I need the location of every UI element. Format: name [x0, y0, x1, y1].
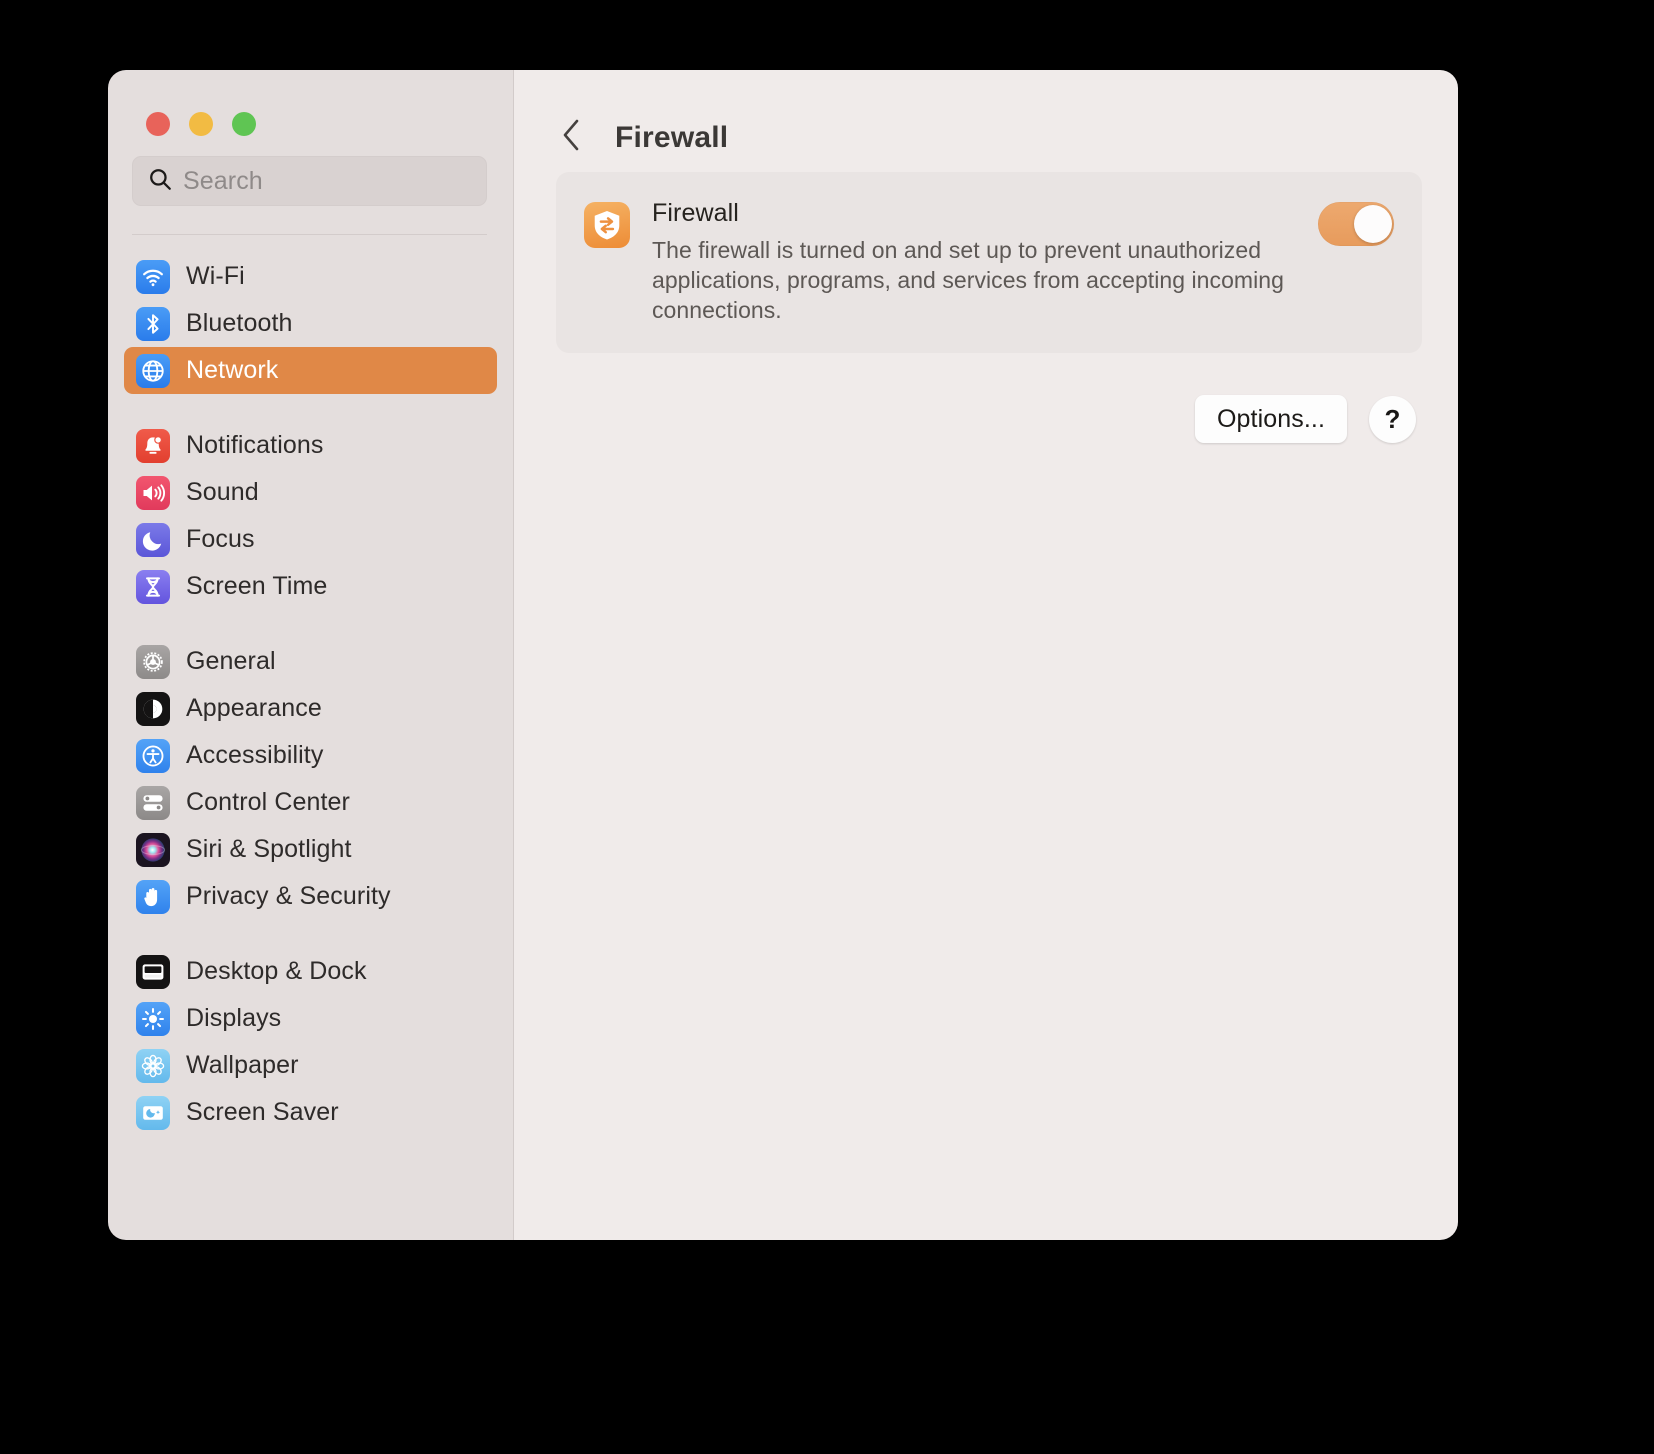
sidebar-item-bluetooth[interactable]: Bluetooth: [124, 300, 497, 347]
sidebar-item-label: Bluetooth: [186, 309, 293, 337]
bluetooth-icon: [136, 306, 170, 341]
flower-icon: [136, 1048, 170, 1083]
sidebar-item-privacy-security[interactable]: Privacy & Security: [124, 873, 497, 920]
siri-orb-icon: [136, 832, 170, 867]
sidebar-item-wi-fi[interactable]: Wi-Fi: [124, 253, 497, 300]
sidebar-item-label: Displays: [186, 1004, 282, 1032]
sidebar-item-label: Screen Time: [186, 572, 328, 600]
wifi-icon: [136, 259, 170, 294]
sidebar-item-desktop-dock[interactable]: Desktop & Dock: [124, 948, 497, 995]
sidebar-item-general[interactable]: General: [124, 638, 497, 685]
search-icon: [147, 166, 173, 197]
sidebar-nav: Wi-Fi Bluetooth Network Notifications So…: [108, 235, 513, 1240]
search-placeholder: Search: [183, 166, 263, 195]
firewall-card-text: Firewall The firewall is turned on and s…: [652, 198, 1296, 325]
sidebar-item-label: Focus: [186, 525, 255, 553]
hourglass-icon: [136, 569, 170, 604]
sidebar-item-displays[interactable]: Displays: [124, 995, 497, 1042]
firewall-card: Firewall The firewall is turned on and s…: [556, 172, 1422, 354]
sidebar-item-accessibility[interactable]: Accessibility: [124, 732, 497, 779]
main-header: Firewall: [514, 70, 1458, 172]
firewall-toggle[interactable]: [1318, 202, 1394, 246]
sidebar-group-1: Notifications Sound Focus Screen Time: [124, 422, 497, 610]
sidebar-item-label: General: [186, 647, 276, 675]
sidebar-item-label: Wi-Fi: [186, 262, 245, 290]
content-area: Firewall The firewall is turned on and s…: [514, 172, 1458, 444]
sidebar-item-label: Wallpaper: [186, 1051, 299, 1079]
sidebar-item-label: Appearance: [186, 694, 322, 722]
sidebar-item-label: Notifications: [186, 431, 324, 459]
sidebar: Search Wi-Fi Bluetooth Network Notificat…: [108, 70, 514, 1240]
accessibility-icon: [136, 738, 170, 773]
sidebar-item-appearance[interactable]: Appearance: [124, 685, 497, 732]
sidebar-item-label: Siri & Spotlight: [186, 835, 352, 863]
toggle-knob: [1354, 205, 1392, 243]
sidebar-item-label: Network: [186, 356, 279, 384]
window-traffic-lights: [108, 70, 513, 156]
sidebar-group-3: Desktop & Dock Displays Wallpaper Screen…: [124, 948, 497, 1136]
firewall-card-description: The firewall is turned on and set up to …: [652, 237, 1284, 324]
sidebar-item-wallpaper[interactable]: Wallpaper: [124, 1042, 497, 1089]
globe-icon: [136, 353, 170, 388]
sidebar-item-siri-spotlight[interactable]: Siri & Spotlight: [124, 826, 497, 873]
sidebar-item-label: Control Center: [186, 788, 350, 816]
sidebar-item-notifications[interactable]: Notifications: [124, 422, 497, 469]
sidebar-item-screen-saver[interactable]: Screen Saver: [124, 1089, 497, 1136]
chevron-left-icon: [560, 118, 582, 157]
moon-icon: [136, 522, 170, 557]
firewall-card-title: Firewall: [652, 199, 739, 227]
bell-icon: [136, 428, 170, 463]
sidebar-item-label: Screen Saver: [186, 1098, 339, 1126]
desktop-dock-icon: [136, 954, 170, 989]
minimize-button[interactable]: [189, 112, 213, 136]
sidebar-group-0: Wi-Fi Bluetooth Network: [124, 253, 497, 394]
sidebar-item-control-center[interactable]: Control Center: [124, 779, 497, 826]
search-field[interactable]: Search: [132, 156, 487, 206]
brightness-icon: [136, 1001, 170, 1036]
system-settings-window: Search Wi-Fi Bluetooth Network Notificat…: [108, 70, 1458, 1240]
sidebar-item-label: Accessibility: [186, 741, 324, 769]
sliders-icon: [136, 785, 170, 820]
sidebar-item-sound[interactable]: Sound: [124, 469, 497, 516]
action-buttons: Options... ?: [556, 395, 1422, 444]
sidebar-item-label: Privacy & Security: [186, 882, 391, 910]
contrast-circle-icon: [136, 691, 170, 726]
sidebar-item-label: Desktop & Dock: [186, 957, 367, 985]
screensaver-icon: [136, 1095, 170, 1130]
sidebar-item-screen-time[interactable]: Screen Time: [124, 563, 497, 610]
search-container: Search: [108, 156, 513, 235]
sidebar-item-focus[interactable]: Focus: [124, 516, 497, 563]
sidebar-item-network[interactable]: Network: [124, 347, 497, 394]
hand-icon: [136, 879, 170, 914]
help-button[interactable]: ?: [1369, 395, 1416, 443]
firewall-shield-icon: [584, 202, 630, 248]
back-button[interactable]: [556, 118, 586, 158]
sidebar-item-label: Sound: [186, 478, 259, 506]
gear-icon: [136, 644, 170, 679]
close-button[interactable]: [146, 112, 170, 136]
maximize-button[interactable]: [232, 112, 256, 136]
main-content: Firewall Firewall The firewall is turned…: [514, 70, 1458, 1240]
page-title: Firewall: [615, 120, 729, 154]
options-button[interactable]: Options...: [1195, 395, 1347, 444]
speaker-icon: [136, 475, 170, 510]
sidebar-group-2: General Appearance Accessibility Control…: [124, 638, 497, 920]
